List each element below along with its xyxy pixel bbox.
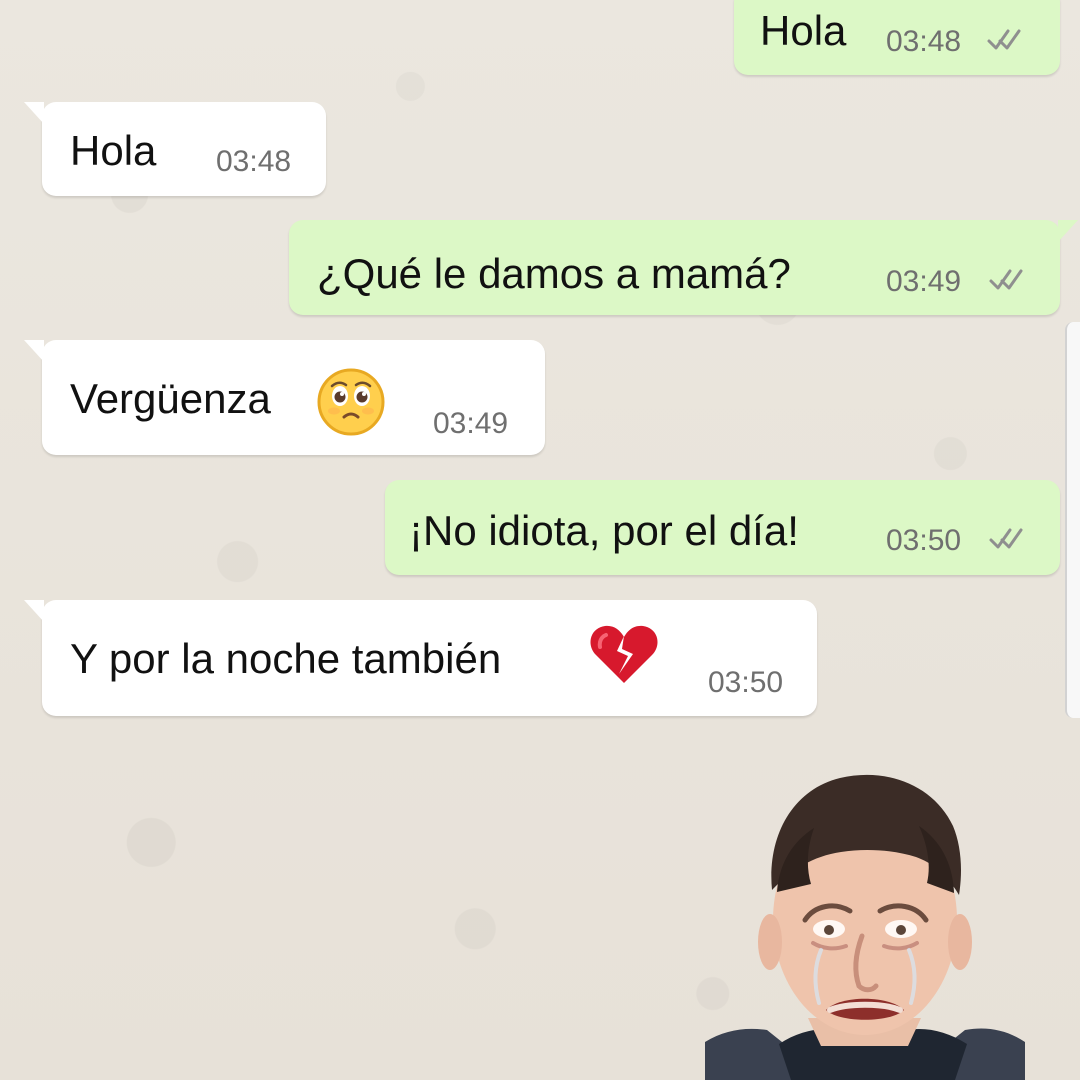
message-text: Hola <box>70 127 157 174</box>
message-time: 03:50 <box>886 524 962 557</box>
message-time: 03:49 <box>433 407 509 440</box>
crying-man-photo <box>705 760 1025 1080</box>
crying-man-illustration <box>705 774 1025 1080</box>
message-text: Y por la noche también <box>70 635 502 682</box>
double-check-icon <box>989 269 1023 290</box>
incoming-message-2[interactable]: Vergüenza 03:49 <box>24 340 545 455</box>
pleading-face-icon <box>317 368 385 436</box>
scrollbar[interactable] <box>1065 322 1080 718</box>
message-time: 03:48 <box>216 145 292 178</box>
outgoing-message-2[interactable]: ¿Qué le damos a mamá? 03:49 <box>289 220 1078 315</box>
broken-heart-icon <box>590 625 658 683</box>
message-time: 03:48 <box>886 25 962 58</box>
message-time: 03:50 <box>708 666 784 699</box>
message-text: ¡No idiota, por el día! <box>409 507 799 554</box>
message-text: Hola <box>760 7 847 54</box>
incoming-message-1[interactable]: Hola 03:48 <box>24 102 326 196</box>
outgoing-message-1[interactable]: Hola 03:48 <box>734 0 1060 75</box>
message-text: ¿Qué le damos a mamá? <box>317 250 791 297</box>
message-time: 03:49 <box>886 265 962 298</box>
incoming-message-3[interactable]: Y por la noche también 03:50 <box>24 600 817 716</box>
message-text: Vergüenza <box>70 375 271 422</box>
double-check-icon <box>987 29 1021 50</box>
double-check-icon <box>989 528 1023 549</box>
outgoing-message-3[interactable]: ¡No idiota, por el día! 03:50 <box>385 480 1060 575</box>
